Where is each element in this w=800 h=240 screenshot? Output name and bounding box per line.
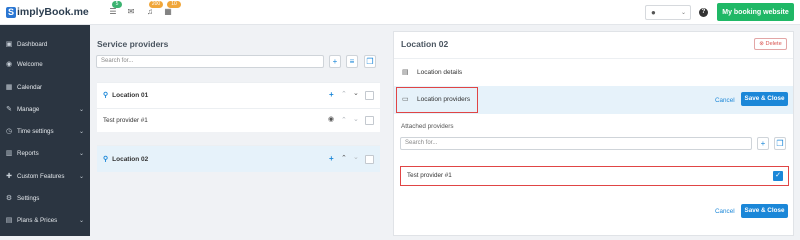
notifications-badge: 200 — [149, 1, 163, 8]
chevron-down-icon[interactable]: ⌄ — [353, 89, 359, 97]
search-input[interactable]: Search for... — [96, 55, 324, 68]
chevron-up-icon[interactable]: ⌃ — [341, 154, 347, 162]
eye-icon[interactable]: ◉ — [328, 115, 334, 123]
chevron-down-icon: ⌄ — [78, 217, 84, 224]
sidebar-item-dashboard[interactable]: ▣ Dashboard — [0, 33, 90, 55]
sidebar-item-calendar[interactable]: ▦ Calendar — [0, 76, 90, 98]
search-placeholder: Search for... — [101, 58, 134, 64]
menu-item-location-details[interactable]: ▤ Location details — [394, 58, 793, 85]
gear-icon: ⚙ — [5, 195, 13, 202]
provider-name: Test provider #1 — [103, 117, 148, 124]
row-checkbox[interactable] — [365, 116, 374, 125]
delete-label: Delete — [765, 41, 782, 47]
location-name: Location 01 — [112, 91, 149, 99]
chevron-up-icon[interactable]: ⌃ — [341, 116, 347, 124]
location-label: ⚲ Location 02 — [103, 155, 149, 164]
tasks-badge: 5 — [112, 1, 122, 8]
pencil-icon: ✎ — [6, 106, 12, 113]
row-checkbox[interactable] — [365, 91, 374, 100]
sidebar: ▣ Dashboard ◉ Welcome ▦ Calendar ✎ Manage ⌄ ◷ Time… — [0, 25, 90, 236]
menu-label: Location details — [417, 69, 463, 76]
chevron-down-icon[interactable]: ⌄ — [353, 153, 359, 161]
puzzle-icon: ✚ — [6, 173, 12, 180]
sidebar-item-label: Calendar — [17, 83, 43, 91]
attached-provider-row[interactable]: Test provider #1 ✓ — [400, 166, 789, 186]
row-checkbox[interactable] — [365, 155, 374, 164]
sidebar-item-manage[interactable]: ✎ Manage ⌄ — [0, 98, 90, 120]
logo[interactable]: S implyBook.me — [6, 6, 89, 18]
sidebar-item-label: Manage — [17, 105, 40, 113]
plans-icon: ▤ — [5, 217, 13, 224]
chevron-down-icon: ⌄ — [78, 173, 84, 180]
delete-button[interactable]: ⊗ Delete — [754, 38, 787, 50]
panel-title: Service providers — [97, 39, 169, 49]
bell-icon[interactable]: ♫ 200 — [145, 1, 163, 17]
tasks-icon[interactable]: ☰ 5 — [108, 1, 122, 17]
add-icon[interactable]: + — [329, 154, 334, 163]
sidebar-item-label: Settings — [17, 194, 40, 202]
booking-website-button[interactable]: My booking website — [717, 3, 794, 21]
sidebar-item-plans-prices[interactable]: ▤ Plans & Prices ⌄ — [0, 209, 90, 231]
location-label: ⚲ Location 01 — [103, 91, 149, 100]
calendar-icon: ▦ — [5, 84, 13, 91]
location-row[interactable]: ⚲ Location 01 + ⌃ ⌄ — [97, 82, 380, 108]
location-name: Location 02 — [112, 155, 149, 163]
sidebar-item-label: Time settings — [17, 127, 54, 135]
save-close-button[interactable]: Save & Close — [741, 92, 788, 106]
chevron-up-icon[interactable]: ⌃ — [341, 90, 347, 98]
sidebar-item-reports[interactable]: ▥ Reports ⌄ — [0, 142, 90, 164]
chevron-down-icon: ⌄ — [680, 10, 686, 16]
sidebar-item-label: Plans & Prices — [17, 216, 58, 224]
location-row-active[interactable]: ⚲ Location 02 + ⌃ ⌄ — [97, 145, 380, 172]
top-bar: S implyBook.me ☰ 5 ✉ ♫ 200 ▦ 10 ● ⌄ ? My… — [0, 0, 800, 25]
welcome-icon: ◉ — [5, 61, 13, 68]
dashboard-icon: ▣ — [5, 41, 13, 48]
document-icon: ▤ — [402, 69, 409, 76]
location-pin-icon: ⚲ — [103, 156, 109, 163]
save-close-button[interactable]: Save & Close — [741, 204, 788, 218]
bar-chart-icon: ▥ — [5, 150, 13, 157]
help-icon[interactable]: ? — [699, 8, 708, 17]
add-icon[interactable]: + — [329, 90, 334, 99]
copy-icon[interactable]: ❐ — [364, 55, 376, 68]
sidebar-item-label: Custom Features — [17, 172, 65, 180]
add-provider-button[interactable]: + — [757, 137, 769, 150]
search-placeholder: Search for... — [405, 140, 438, 146]
highlight-box — [396, 87, 478, 113]
mail-icon[interactable]: ✉ — [126, 7, 136, 17]
clock-icon: ◷ — [5, 128, 13, 135]
chevron-down-icon: ⌄ — [78, 106, 84, 113]
add-button[interactable]: + — [329, 55, 341, 68]
list-icon[interactable]: ≡ — [346, 55, 358, 68]
user-icon: ● — [651, 8, 656, 17]
sidebar-item-time-settings[interactable]: ◷ Time settings ⌄ — [0, 120, 90, 142]
checkbox-checked[interactable]: ✓ — [773, 171, 783, 181]
detail-title: Location 02 — [401, 39, 449, 49]
location-pin-icon: ⚲ — [103, 92, 109, 99]
sidebar-item-custom-features[interactable]: ✚ Custom Features ⌄ — [0, 165, 90, 187]
logo-mark: S — [6, 6, 16, 18]
copy-icon[interactable]: ❐ — [774, 137, 786, 150]
calendar-badge: 10 — [167, 1, 181, 8]
logo-text: implyBook.me — [17, 6, 89, 18]
user-menu[interactable]: ● ⌄ — [645, 5, 691, 20]
sidebar-item-label: Welcome — [17, 60, 43, 68]
sidebar-item-settings[interactable]: ⚙ Settings — [0, 187, 90, 209]
delete-icon: ⊗ — [759, 41, 764, 47]
chevron-down-icon: ⌄ — [78, 150, 84, 157]
sidebar-item-label: Reports — [17, 149, 39, 157]
calendar-top-icon[interactable]: ▦ 10 — [163, 1, 181, 17]
cancel-link[interactable]: Cancel — [715, 97, 735, 104]
chevron-down-icon: ⌄ — [78, 128, 84, 135]
provider-search-input[interactable]: Search for... — [400, 137, 752, 150]
provider-row[interactable]: Test provider #1 ◉ ⌃ ⌄ — [97, 108, 380, 132]
cancel-link[interactable]: Cancel — [715, 208, 735, 215]
attached-providers-label: Attached providers — [401, 123, 454, 130]
chevron-down-icon[interactable]: ⌄ — [353, 115, 359, 123]
sidebar-item-welcome[interactable]: ◉ Welcome — [0, 53, 90, 75]
provider-name: Test provider #1 — [407, 172, 452, 179]
sidebar-item-label: Dashboard — [17, 40, 48, 48]
